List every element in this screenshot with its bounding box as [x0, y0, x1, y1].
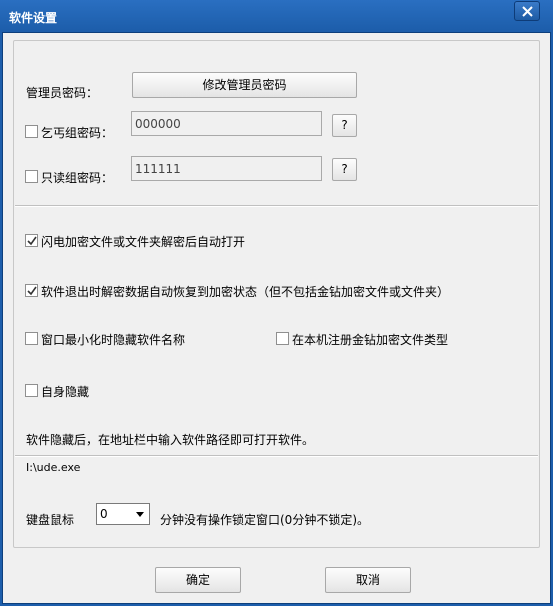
beggar-group-help-button[interactable]: ? [332, 114, 357, 137]
auto-open-checkbox[interactable] [25, 234, 38, 247]
self-hide-checkbox[interactable] [25, 384, 38, 397]
readonly-group-label: 只读组密码： [41, 171, 114, 185]
register-type-label[interactable]: 在本机注册金钻加密文件类型 [292, 331, 448, 348]
auto-open-label[interactable]: 闪电加密文件或文件夹解密后自动打开 [41, 233, 245, 250]
ok-button[interactable]: 确定 [155, 567, 241, 593]
lock-minutes-value: 0 [100, 507, 108, 521]
readonly-group-password-field[interactable] [131, 156, 322, 181]
settings-window: 软件设置 管理员密码： 修改管理员密码 乞丐组密码： ? 只读组密码： ? [0, 0, 553, 606]
title-bar[interactable]: 软件设置 [0, 0, 553, 32]
hide-name-minimized-label[interactable]: 窗口最小化时隐藏软件名称 [41, 331, 185, 348]
hide-name-minimized-checkbox[interactable] [25, 332, 38, 345]
separator-bottom [15, 455, 538, 457]
settings-group: 管理员密码： 修改管理员密码 乞丐组密码： ? 只读组密码： ? 闪电加密文件或… [13, 40, 540, 548]
close-button[interactable] [514, 1, 540, 21]
close-icon [522, 6, 533, 17]
admin-password-label: 管理员密码： [26, 86, 99, 100]
checkmark-icon [27, 236, 37, 246]
beggar-group-password-field[interactable] [131, 111, 322, 136]
window-title: 软件设置 [9, 11, 58, 25]
lock-label: 键盘鼠标 [26, 513, 75, 527]
readonly-group-help-button[interactable]: ? [332, 158, 357, 181]
chevron-down-icon[interactable] [133, 506, 147, 522]
beggar-group-checkbox[interactable] [25, 125, 38, 138]
self-hide-label[interactable]: 自身隐藏 [41, 383, 89, 400]
software-path-text: I:\ude.exe [26, 461, 81, 474]
checkmark-icon [27, 286, 37, 296]
restore-on-exit-checkbox[interactable] [25, 284, 38, 297]
separator-top [15, 205, 538, 207]
restore-on-exit-label[interactable]: 软件退出时解密数据自动恢复到加密状态（但不包括金钻加密文件或文件夹） [41, 283, 449, 300]
lock-suffix-text: 分钟没有操作锁定窗口(0分钟不锁定)。 [160, 513, 369, 527]
dialog-client: 管理员密码： 修改管理员密码 乞丐组密码： ? 只读组密码： ? 闪电加密文件或… [2, 32, 551, 604]
cancel-button[interactable]: 取消 [325, 567, 411, 593]
hide-hint-text: 软件隐藏后，在地址栏中输入软件路径即可打开软件。 [26, 433, 315, 447]
lock-minutes-select[interactable]: 0 [96, 503, 150, 525]
readonly-group-checkbox[interactable] [25, 170, 38, 183]
change-admin-password-button[interactable]: 修改管理员密码 [132, 72, 357, 98]
beggar-group-label: 乞丐组密码： [41, 126, 114, 140]
register-type-checkbox[interactable] [276, 332, 289, 345]
